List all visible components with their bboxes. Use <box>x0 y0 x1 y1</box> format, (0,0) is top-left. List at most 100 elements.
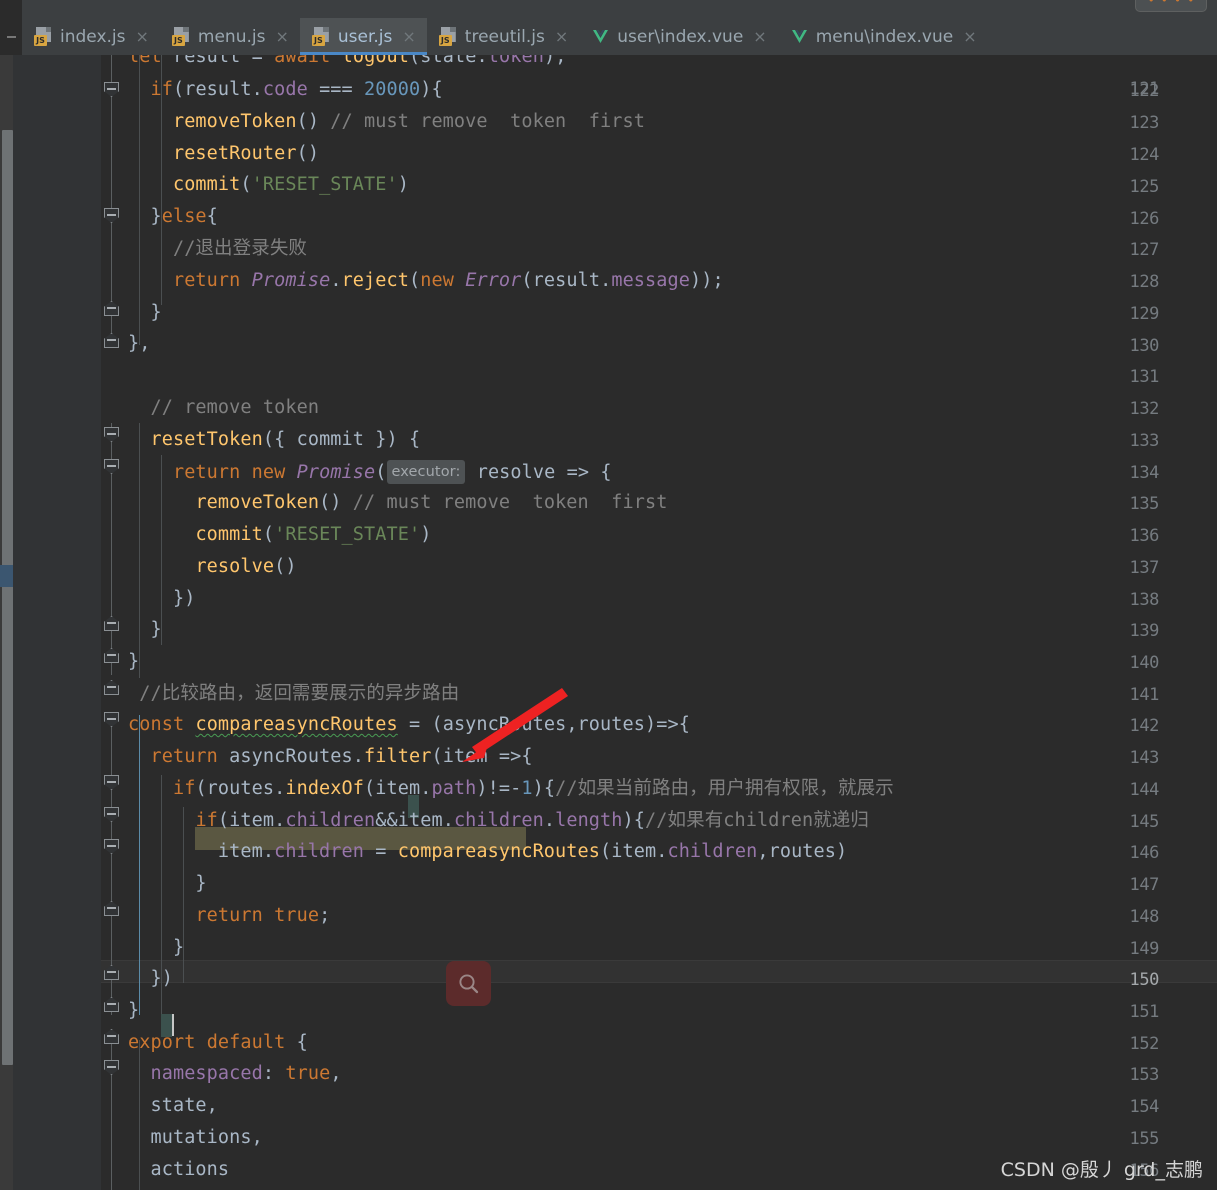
fold-marker-collapse[interactable] <box>104 1060 119 1075</box>
tab-label: menu.js <box>197 26 266 47</box>
fold-marker-expand[interactable] <box>104 648 119 663</box>
top-strip-gutter-corner <box>0 0 22 18</box>
tab-label: index.js <box>60 26 126 47</box>
code-line-145: if(item.children&&item.children.length){… <box>195 810 869 831</box>
code-line-151: } <box>128 1000 140 1021</box>
vue-file-icon <box>790 27 809 46</box>
code-line-128: return Promise.reject(new Error(result.m… <box>172 270 724 291</box>
code-text-area[interactable]: let result = await logout(state.token); … <box>128 55 1217 1190</box>
fold-marker-expand[interactable] <box>104 301 119 316</box>
code-line-130: }, <box>128 333 151 354</box>
code-line-149: } <box>128 937 185 958</box>
annotation-arrow <box>450 680 590 770</box>
tab-label: user.js <box>337 26 393 47</box>
fold-marker-collapse[interactable] <box>104 712 119 727</box>
close-icon[interactable]: × <box>136 28 149 45</box>
fold-marker-collapse[interactable] <box>104 839 119 854</box>
code-line-140: } <box>128 651 140 672</box>
js-file-icon: JS <box>171 27 191 46</box>
editor-left-scrollbar[interactable] <box>0 55 13 1190</box>
tab-index-js[interactable]: JS index.js × <box>22 18 160 55</box>
code-line-155: mutations, <box>128 1127 263 1148</box>
editor-tab-bar[interactable]: JS index.js × JS menu.js × JS user.js × … <box>0 18 1217 55</box>
code-editor[interactable]: 121 122 123 124 125 126 127 128 129 130 … <box>0 55 1217 1190</box>
scrollbar-position-marker <box>0 565 13 587</box>
close-icon[interactable]: × <box>555 28 568 45</box>
floating-action-button-label: • • • • <box>1147 0 1195 7</box>
code-line-135: removeToken() // must remove token first <box>195 492 668 513</box>
tab-label: menu\index.vue <box>815 26 954 47</box>
tab-user-js[interactable]: JS user.js × <box>299 18 427 55</box>
fold-marker-collapse[interactable] <box>104 775 119 790</box>
fold-marker-collapse[interactable] <box>104 807 119 822</box>
fold-marker-expand[interactable] <box>104 997 119 1012</box>
close-icon[interactable]: × <box>402 28 415 45</box>
search-overlay-button[interactable] <box>446 961 491 1006</box>
code-line-148: return true; <box>195 905 331 926</box>
code-line-122: if(result.code === 20000){ <box>150 79 443 100</box>
code-line-153: namespaced: true, <box>150 1063 342 1084</box>
code-line-123: removeToken() // must remove token first <box>172 111 645 132</box>
close-icon[interactable]: × <box>753 28 766 45</box>
inlay-hint-executor: executor: <box>386 460 466 484</box>
fold-marker-collapse[interactable] <box>104 82 119 97</box>
scrollbar-thumb[interactable] <box>2 130 13 1065</box>
tab-bar-gutter <box>0 18 22 55</box>
code-line-134: return new Promise(executor: resolve => … <box>172 460 612 484</box>
tab-treeutil-js[interactable]: JS treeutil.js × <box>427 18 579 55</box>
fold-marker-expand[interactable] <box>104 965 119 980</box>
fold-marker-expand[interactable] <box>104 680 119 695</box>
vue-file-icon <box>591 27 610 46</box>
code-line-138: }) <box>128 588 196 609</box>
js-badge-label: JS <box>34 35 47 46</box>
tab-menu-js[interactable]: JS menu.js × <box>160 18 300 55</box>
fold-marker-expand[interactable] <box>104 1029 119 1044</box>
code-line-142: const compareasyncRoutes = (asyncRoutes,… <box>128 714 690 735</box>
code-line-144: if(routes.indexOf(item.path)!=-1){//如果当前… <box>172 778 894 799</box>
window-top-strip: • • • • <box>0 0 1217 18</box>
code-line-127: //退出登录失败 <box>172 238 308 259</box>
fold-marker-expand[interactable] <box>104 616 119 631</box>
code-line-154: state, <box>128 1095 218 1116</box>
code-line-133: resetToken({ commit }) { <box>150 429 421 450</box>
fold-marker-collapse[interactable] <box>104 208 119 223</box>
code-line-139: } <box>128 619 162 640</box>
fold-marker-collapse[interactable] <box>104 427 119 442</box>
code-line-141: //比较路由，返回需要展示的异步路由 <box>139 683 460 704</box>
js-badge-label: JS <box>171 35 185 46</box>
floating-action-button[interactable]: • • • • <box>1135 0 1207 12</box>
fold-marker-collapse[interactable] <box>104 459 119 474</box>
code-line-152: export default { <box>128 1032 308 1053</box>
code-line-156: actions <box>128 1159 230 1180</box>
fold-marker-expand[interactable] <box>104 333 119 348</box>
csdn-watermark: CSDN @殷丿 grd_志鹏 <box>1000 1159 1203 1181</box>
code-line-125: commit('RESET_STATE') <box>172 174 409 195</box>
search-icon <box>456 971 482 997</box>
close-icon[interactable]: × <box>963 28 976 45</box>
js-file-icon: JS <box>311 27 331 46</box>
tab-label: user\index.vue <box>617 26 744 47</box>
code-line-136: commit('RESET_STATE') <box>195 524 432 545</box>
js-file-icon: JS <box>34 27 53 46</box>
tab-label: treeutil.js <box>464 26 545 47</box>
code-line-129: } <box>128 302 162 323</box>
js-badge-label: JS <box>438 35 452 46</box>
collapse-dash-icon <box>6 35 16 38</box>
tab-user-index-vue[interactable]: user\index.vue × <box>579 18 777 55</box>
code-line-132: // remove token <box>150 397 320 418</box>
code-line-124: resetRouter() <box>172 143 320 164</box>
code-line-126: }else{ <box>128 206 218 227</box>
fold-marker-expand[interactable] <box>104 901 119 916</box>
gutter-separator <box>100 55 101 1190</box>
code-line-147: } <box>128 873 207 894</box>
tab-menu-index-vue[interactable]: menu\index.vue × <box>778 18 988 55</box>
code-line-150: }) <box>128 968 173 989</box>
code-line-146: item.children = compareasyncRoutes(item.… <box>128 841 848 862</box>
js-file-icon: JS <box>438 27 458 46</box>
close-icon[interactable]: × <box>275 28 288 45</box>
code-line-137: resolve() <box>195 556 297 577</box>
line-number-gutter[interactable] <box>13 55 101 1190</box>
code-line-121: let result = await logout(state.token); <box>128 55 567 67</box>
js-badge-label: JS <box>311 35 325 46</box>
